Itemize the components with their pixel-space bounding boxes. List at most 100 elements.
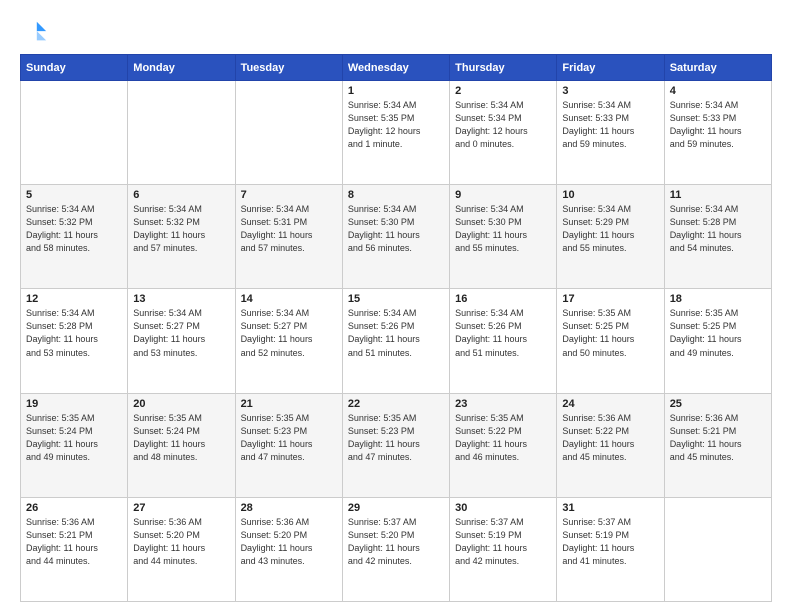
- day-number: 23: [455, 398, 551, 410]
- day-number: 14: [241, 293, 337, 305]
- day-number: 30: [455, 502, 551, 514]
- day-number: 17: [562, 293, 658, 305]
- weekday-header-friday: Friday: [557, 55, 664, 81]
- calendar-week-2: 5 Sunrise: 5:34 AM Sunset: 5:32 PM Daylig…: [21, 185, 772, 289]
- calendar-cell: 18 Sunrise: 5:35 AM Sunset: 5:25 PM Dayli…: [664, 289, 771, 393]
- calendar-week-5: 26Sunrise: 5:36 AM Sunset: 5:21 PM Dayli…: [21, 497, 772, 601]
- day-number: 10: [562, 189, 658, 201]
- day-number: 1: [348, 85, 444, 97]
- day-info: Sunrise: 5:35 AM Sunset: 5:24 PM Dayligh…: [26, 412, 122, 464]
- day-info: Sunrise: 5:34 AM Sunset: 5:30 PM Dayligh…: [348, 203, 444, 255]
- day-number: 29: [348, 502, 444, 514]
- day-number: 8: [348, 189, 444, 201]
- calendar-table: SundayMondayTuesdayWednesdayThursdayFrid…: [20, 54, 772, 602]
- day-info: Sunrise: 5:36 AM Sunset: 5:21 PM Dayligh…: [670, 412, 766, 464]
- day-number: 3: [562, 85, 658, 97]
- day-number: 21: [241, 398, 337, 410]
- calendar-cell: 30Sunrise: 5:37 AM Sunset: 5:19 PM Dayli…: [450, 497, 557, 601]
- calendar-cell: 15 Sunrise: 5:34 AM Sunset: 5:26 PM Dayli…: [342, 289, 449, 393]
- calendar-cell: [664, 497, 771, 601]
- day-info: Sunrise: 5:34 AM Sunset: 5:33 PM Dayligh…: [670, 99, 766, 151]
- day-info: Sunrise: 5:34 AM Sunset: 5:31 PM Dayligh…: [241, 203, 337, 255]
- calendar-cell: 17 Sunrise: 5:35 AM Sunset: 5:25 PM Dayli…: [557, 289, 664, 393]
- calendar-cell: [21, 81, 128, 185]
- day-number: 19: [26, 398, 122, 410]
- calendar-cell: 1 Sunrise: 5:34 AM Sunset: 5:35 PM Daylig…: [342, 81, 449, 185]
- day-number: 18: [670, 293, 766, 305]
- calendar-cell: 4 Sunrise: 5:34 AM Sunset: 5:33 PM Daylig…: [664, 81, 771, 185]
- day-number: 5: [26, 189, 122, 201]
- day-info: Sunrise: 5:35 AM Sunset: 5:25 PM Dayligh…: [670, 307, 766, 359]
- calendar-week-1: 1 Sunrise: 5:34 AM Sunset: 5:35 PM Daylig…: [21, 81, 772, 185]
- weekday-header-tuesday: Tuesday: [235, 55, 342, 81]
- day-number: 27: [133, 502, 229, 514]
- calendar-cell: 31Sunrise: 5:37 AM Sunset: 5:19 PM Dayli…: [557, 497, 664, 601]
- day-info: Sunrise: 5:34 AM Sunset: 5:26 PM Dayligh…: [348, 307, 444, 359]
- calendar-cell: 12 Sunrise: 5:34 AM Sunset: 5:28 PM Dayli…: [21, 289, 128, 393]
- calendar-cell: 8 Sunrise: 5:34 AM Sunset: 5:30 PM Daylig…: [342, 185, 449, 289]
- day-number: 20: [133, 398, 229, 410]
- calendar-week-3: 12 Sunrise: 5:34 AM Sunset: 5:28 PM Dayli…: [21, 289, 772, 393]
- day-number: 24: [562, 398, 658, 410]
- day-number: 4: [670, 85, 766, 97]
- day-number: 13: [133, 293, 229, 305]
- day-number: 12: [26, 293, 122, 305]
- day-info: Sunrise: 5:35 AM Sunset: 5:23 PM Dayligh…: [348, 412, 444, 464]
- logo: [20, 18, 52, 46]
- day-number: 6: [133, 189, 229, 201]
- day-info: Sunrise: 5:34 AM Sunset: 5:34 PM Dayligh…: [455, 99, 551, 151]
- weekday-header-row: SundayMondayTuesdayWednesdayThursdayFrid…: [21, 55, 772, 81]
- calendar-week-4: 19 Sunrise: 5:35 AM Sunset: 5:24 PM Dayli…: [21, 393, 772, 497]
- day-info: Sunrise: 5:34 AM Sunset: 5:28 PM Dayligh…: [26, 307, 122, 359]
- day-info: Sunrise: 5:34 AM Sunset: 5:32 PM Dayligh…: [26, 203, 122, 255]
- day-info: Sunrise: 5:34 AM Sunset: 5:28 PM Dayligh…: [670, 203, 766, 255]
- calendar-cell: 7 Sunrise: 5:34 AM Sunset: 5:31 PM Daylig…: [235, 185, 342, 289]
- day-number: 9: [455, 189, 551, 201]
- calendar-cell: 11Sunrise: 5:34 AM Sunset: 5:28 PM Dayli…: [664, 185, 771, 289]
- calendar-cell: 24Sunrise: 5:36 AM Sunset: 5:22 PM Dayli…: [557, 393, 664, 497]
- calendar-cell: [235, 81, 342, 185]
- header: [20, 18, 772, 46]
- day-number: 28: [241, 502, 337, 514]
- calendar-cell: 5 Sunrise: 5:34 AM Sunset: 5:32 PM Daylig…: [21, 185, 128, 289]
- day-info: Sunrise: 5:34 AM Sunset: 5:29 PM Dayligh…: [562, 203, 658, 255]
- day-number: 7: [241, 189, 337, 201]
- day-info: Sunrise: 5:36 AM Sunset: 5:21 PM Dayligh…: [26, 516, 122, 568]
- day-info: Sunrise: 5:34 AM Sunset: 5:32 PM Dayligh…: [133, 203, 229, 255]
- day-info: Sunrise: 5:37 AM Sunset: 5:20 PM Dayligh…: [348, 516, 444, 568]
- day-info: Sunrise: 5:35 AM Sunset: 5:24 PM Dayligh…: [133, 412, 229, 464]
- weekday-header-monday: Monday: [128, 55, 235, 81]
- day-info: Sunrise: 5:36 AM Sunset: 5:20 PM Dayligh…: [241, 516, 337, 568]
- day-number: 16: [455, 293, 551, 305]
- day-info: Sunrise: 5:34 AM Sunset: 5:27 PM Dayligh…: [241, 307, 337, 359]
- calendar-cell: 14 Sunrise: 5:34 AM Sunset: 5:27 PM Dayli…: [235, 289, 342, 393]
- day-info: Sunrise: 5:34 AM Sunset: 5:35 PM Dayligh…: [348, 99, 444, 151]
- calendar-cell: 22 Sunrise: 5:35 AM Sunset: 5:23 PM Dayli…: [342, 393, 449, 497]
- calendar-cell: 13 Sunrise: 5:34 AM Sunset: 5:27 PM Dayli…: [128, 289, 235, 393]
- calendar-cell: 21Sunrise: 5:35 AM Sunset: 5:23 PM Dayli…: [235, 393, 342, 497]
- day-info: Sunrise: 5:37 AM Sunset: 5:19 PM Dayligh…: [562, 516, 658, 568]
- day-info: Sunrise: 5:34 AM Sunset: 5:27 PM Dayligh…: [133, 307, 229, 359]
- calendar-cell: 27Sunrise: 5:36 AM Sunset: 5:20 PM Dayli…: [128, 497, 235, 601]
- day-number: 2: [455, 85, 551, 97]
- calendar-cell: 9 Sunrise: 5:34 AM Sunset: 5:30 PM Daylig…: [450, 185, 557, 289]
- calendar-cell: 2 Sunrise: 5:34 AM Sunset: 5:34 PM Daylig…: [450, 81, 557, 185]
- day-number: 15: [348, 293, 444, 305]
- calendar-cell: 16Sunrise: 5:34 AM Sunset: 5:26 PM Dayli…: [450, 289, 557, 393]
- calendar-cell: 10 Sunrise: 5:34 AM Sunset: 5:29 PM Dayli…: [557, 185, 664, 289]
- calendar-cell: 26Sunrise: 5:36 AM Sunset: 5:21 PM Dayli…: [21, 497, 128, 601]
- day-info: Sunrise: 5:35 AM Sunset: 5:25 PM Dayligh…: [562, 307, 658, 359]
- calendar-cell: 29 Sunrise: 5:37 AM Sunset: 5:20 PM Dayli…: [342, 497, 449, 601]
- weekday-header-saturday: Saturday: [664, 55, 771, 81]
- page: SundayMondayTuesdayWednesdayThursdayFrid…: [0, 0, 792, 612]
- calendar-cell: 6 Sunrise: 5:34 AM Sunset: 5:32 PM Daylig…: [128, 185, 235, 289]
- weekday-header-wednesday: Wednesday: [342, 55, 449, 81]
- day-number: 22: [348, 398, 444, 410]
- day-info: Sunrise: 5:34 AM Sunset: 5:30 PM Dayligh…: [455, 203, 551, 255]
- calendar-cell: [128, 81, 235, 185]
- calendar-cell: 19 Sunrise: 5:35 AM Sunset: 5:24 PM Dayli…: [21, 393, 128, 497]
- calendar-cell: 28 Sunrise: 5:36 AM Sunset: 5:20 PM Dayli…: [235, 497, 342, 601]
- calendar-cell: 25Sunrise: 5:36 AM Sunset: 5:21 PM Dayli…: [664, 393, 771, 497]
- day-info: Sunrise: 5:34 AM Sunset: 5:33 PM Dayligh…: [562, 99, 658, 151]
- day-info: Sunrise: 5:35 AM Sunset: 5:22 PM Dayligh…: [455, 412, 551, 464]
